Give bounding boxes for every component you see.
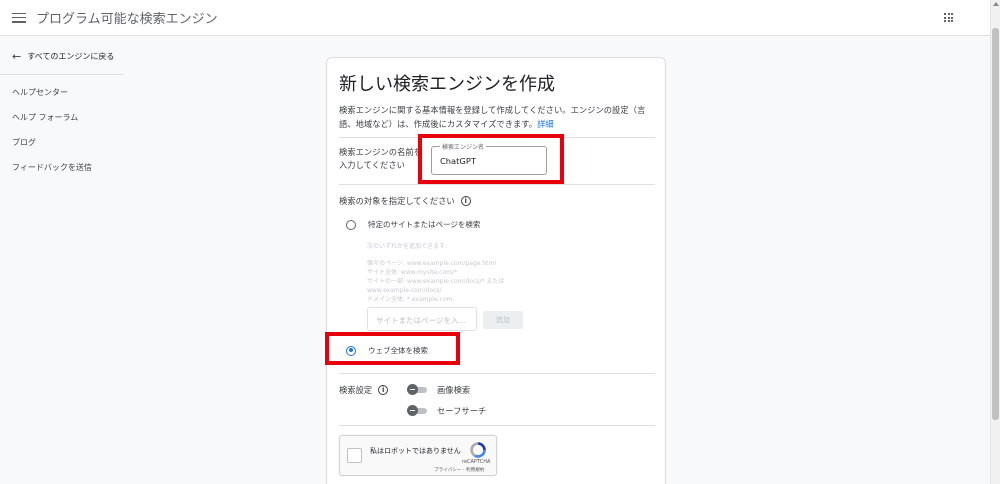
toggle-label: 画像検索 [437, 385, 471, 395]
back-to-engines-link[interactable]: ← すべてのエンジンに戻る [12, 51, 114, 62]
divider [339, 373, 655, 374]
back-link-label: すべてのエンジンに戻る [27, 52, 115, 61]
recaptcha-label: 私はロボットではありません [370, 447, 461, 455]
highlight-box-name-field [418, 134, 564, 184]
recaptcha-privacy-terms-links[interactable]: プライバシー - 利用規約 [434, 467, 484, 473]
info-icon[interactable]: i [378, 385, 389, 395]
radio-specific-sites[interactable]: 特定のサイトまたはページを検索 [346, 219, 480, 230]
hamburger-menu-icon[interactable] [12, 12, 26, 23]
recaptcha-brand: reCAPTCHA [462, 459, 491, 465]
engine-name-label: 検索エンジンの名前を入力してください [339, 147, 422, 170]
radio-button-unchecked[interactable] [346, 219, 356, 230]
site-hint-intro: 次のいずれかを追加できます: [367, 243, 448, 250]
recaptcha-widget: 私はロボットではありません reCAPTCHA プライバシー - 利用規約 [339, 435, 497, 476]
top-app-bar: プログラム可能な検索エンジン [0, 0, 990, 36]
toggle-image-search[interactable]: 画像検索 [407, 384, 470, 396]
scroll-up-arrow-icon[interactable] [993, 2, 999, 6]
toggle-safe-search[interactable]: セーフサーチ [407, 405, 486, 417]
divider [339, 184, 655, 185]
create-engine-card: 新しい検索エンジンを作成 検索エンジンに関する基本情報を登録して作成してください… [326, 57, 666, 484]
details-link[interactable]: 詳細 [537, 119, 554, 129]
toggle-label: セーフサーチ [437, 406, 487, 416]
sidebar-item-blog[interactable]: ブログ [12, 137, 36, 148]
vertical-scrollbar[interactable] [990, 0, 1000, 484]
toggle-switch-off[interactable] [407, 384, 427, 395]
sidebar-divider [0, 74, 124, 75]
site-hint-line: サイトの一部: www.example.com/docs/* または [367, 278, 505, 285]
page-title: 新しい検索エンジンを作成 [339, 74, 555, 95]
site-url-input[interactable]: サイトまたはページを入... [367, 307, 477, 331]
site-hint-line: サイト全体: www.mysite.com/* [367, 269, 457, 276]
recaptcha-logo-icon [470, 442, 486, 458]
card-description: 検索エンジンに関する基本情報を登録して作成してください。エンジンの設定（言語、地… [339, 105, 646, 129]
toggle-switch-off[interactable] [407, 405, 427, 416]
scrollbar-thumb[interactable] [992, 28, 999, 420]
site-hint-line: ドメイン全体: *.example.com [367, 296, 453, 303]
highlight-box-entire-web [325, 332, 460, 365]
site-hint-line: www.example.com/docs/ [367, 287, 442, 294]
sidebar-item-help-forum[interactable]: ヘルプ フォーラム [12, 112, 78, 123]
radio-label: 特定のサイトまたはページを検索 [368, 220, 481, 229]
search-settings-label: 検索設定 i [339, 384, 389, 396]
app-title: プログラム可能な検索エンジン [36, 12, 218, 27]
arrow-left-icon: ← [12, 49, 22, 63]
site-hint-line: 個々のページ: www.example.com/page.html [367, 260, 497, 267]
apps-grid-icon[interactable] [944, 13, 953, 22]
info-icon[interactable]: i [460, 196, 471, 206]
add-site-button[interactable]: 追加 [483, 311, 523, 329]
sidebar-item-send-feedback[interactable]: フィードバックを送信 [12, 162, 92, 173]
divider [339, 425, 655, 426]
search-target-label: 検索の対象を指定してください i [339, 195, 471, 207]
recaptcha-checkbox[interactable] [347, 448, 362, 463]
sidebar-item-help-center[interactable]: ヘルプセンター [12, 87, 68, 98]
